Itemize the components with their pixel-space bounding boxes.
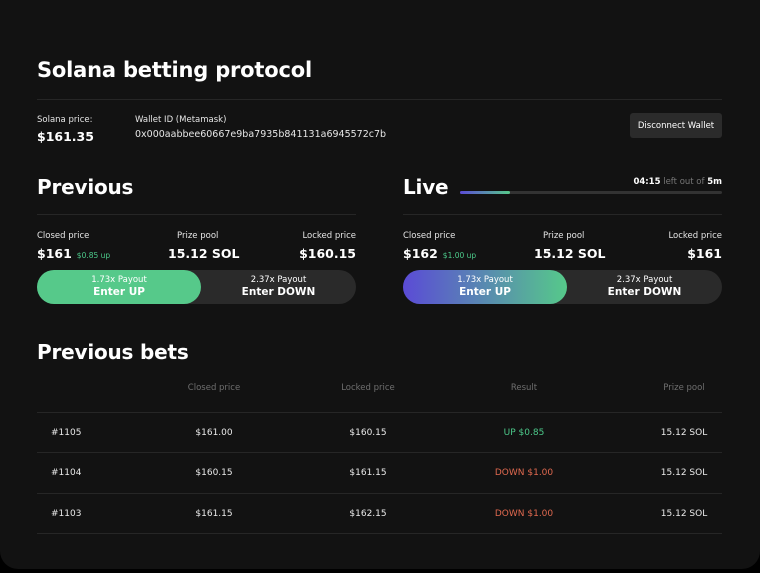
divider (403, 214, 722, 215)
prev-closed-price: $161 (37, 246, 72, 261)
live-up-label: Enter UP (459, 286, 511, 298)
table-header-pool: Prize pool (663, 383, 705, 393)
live-closed-value: $162 $1.00 up (403, 246, 476, 261)
divider (37, 452, 722, 453)
prev-down-label: Enter DOWN (241, 286, 316, 298)
timer-total: 5m (707, 177, 722, 187)
live-progress-bar (460, 191, 722, 194)
row-locked: $161.15 (349, 468, 387, 478)
divider (37, 412, 722, 413)
timer-elapsed: 04:15 (633, 177, 661, 187)
page-title: Solana betting protocol (37, 58, 312, 82)
live-pool-value: 15.12 SOL (534, 246, 606, 261)
prev-closed-label: Closed price (37, 231, 90, 241)
timer-middle: left out of (663, 177, 705, 187)
previous-title: Previous (37, 175, 134, 199)
prev-down-payout: 2.37x Payout (250, 275, 307, 285)
prev-locked-label: Locked price (302, 231, 356, 241)
row-closed: $161.00 (195, 428, 233, 438)
live-down-payout: 2.37x Payout (616, 275, 673, 285)
prev-enter-up-button[interactable]: 1.73x Payout Enter UP (37, 270, 201, 304)
live-closed-label: Closed price (403, 231, 456, 241)
live-locked-value: $161 (687, 246, 722, 261)
divider (37, 99, 722, 100)
solana-price-label: Solana price: (37, 115, 93, 125)
divider (37, 493, 722, 494)
row-pool: 15.12 SOL (660, 468, 708, 478)
live-closed-price: $162 (403, 246, 438, 261)
live-up-payout: 1.73x Payout (457, 275, 513, 285)
table-header-closed: Closed price (187, 383, 241, 393)
live-enter-up-button[interactable]: 1.73x Payout Enter UP (403, 270, 567, 304)
live-progress-fill (460, 191, 510, 194)
live-pool-label: Prize pool (543, 231, 585, 241)
prev-enter-down-button[interactable]: 2.37x Payout Enter DOWN (201, 270, 356, 304)
live-timer: 04:15 left out of 5m (633, 177, 722, 187)
live-bet-toggle: 1.73x Payout Enter UP 2.37x Payout Enter… (403, 270, 722, 304)
live-enter-down-button[interactable]: 2.37x Payout Enter DOWN (567, 270, 722, 304)
row-result: UP $0.85 (503, 428, 545, 438)
row-pool: 15.12 SOL (660, 509, 708, 519)
live-down-label: Enter DOWN (607, 286, 682, 298)
row-id: #1104 (51, 468, 82, 478)
wallet-id: 0x000aabbee60667e9ba7935b841131a6945572c… (135, 129, 387, 140)
divider (37, 214, 356, 215)
prev-pool-value: 15.12 SOL (168, 246, 240, 261)
row-pool: 15.12 SOL (660, 428, 708, 438)
previous-bets-title: Previous bets (37, 340, 189, 364)
disconnect-wallet-button[interactable]: Disconnect Wallet (630, 113, 722, 138)
divider (37, 533, 722, 534)
app-window: Solana betting protocol Solana price: $1… (0, 0, 760, 569)
table-header-result: Result (510, 383, 538, 393)
prev-bet-toggle: 1.73x Payout Enter UP 2.37x Payout Enter… (37, 270, 356, 304)
prev-closed-value: $161 $0.85 up (37, 246, 110, 261)
row-locked: $160.15 (349, 428, 387, 438)
table-header-locked: Locked price (341, 383, 395, 393)
row-result: DOWN $1.00 (494, 468, 554, 478)
live-locked-label: Locked price (668, 231, 722, 241)
row-result: DOWN $1.00 (494, 509, 554, 519)
row-closed: $161.15 (195, 509, 233, 519)
prev-pool-label: Prize pool (177, 231, 219, 241)
live-title: Live (403, 175, 449, 199)
prev-closed-delta: $0.85 up (76, 251, 111, 260)
wallet-label: Wallet ID (Metamask) (135, 115, 227, 125)
row-closed: $160.15 (195, 468, 233, 478)
row-locked: $162.15 (349, 509, 387, 519)
solana-price-value: $161.35 (37, 129, 94, 144)
row-id: #1103 (51, 509, 82, 519)
prev-up-label: Enter UP (93, 286, 145, 298)
prev-up-payout: 1.73x Payout (91, 275, 147, 285)
live-closed-delta: $1.00 up (442, 251, 477, 260)
row-id: #1105 (51, 428, 82, 438)
prev-locked-value: $160.15 (299, 246, 356, 261)
